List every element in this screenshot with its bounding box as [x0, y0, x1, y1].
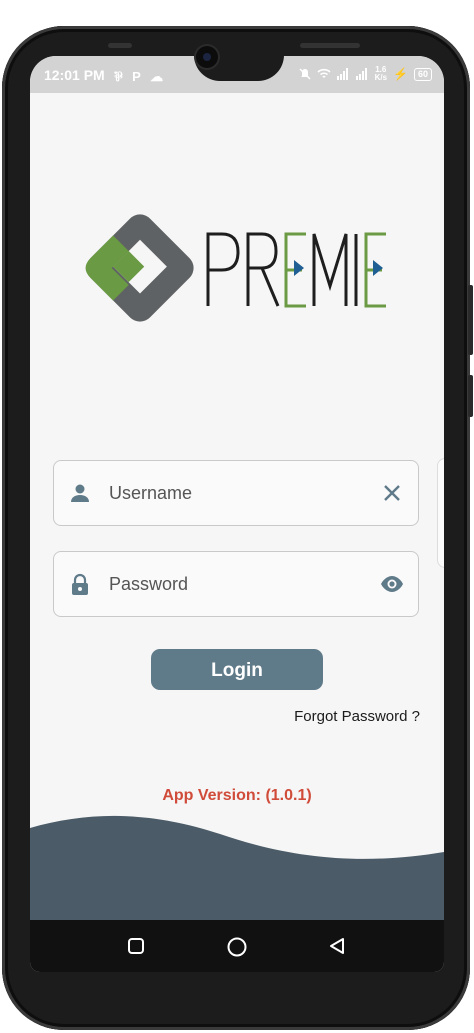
- password-placeholder: Password: [109, 574, 189, 594]
- lock-icon: [72, 573, 88, 595]
- footer-wave: [30, 815, 444, 921]
- username-placeholder: Username: [109, 483, 193, 503]
- battery-indicator: 60: [413, 67, 432, 81]
- sensor-strip: [300, 43, 360, 48]
- login-button[interactable]: Login: [151, 649, 323, 690]
- speaker-grille: [108, 43, 132, 48]
- front-camera: [196, 46, 218, 68]
- status-time: 12:01 PM: [44, 67, 105, 83]
- navigation-bar: [30, 920, 444, 972]
- brand-logo: [80, 206, 400, 336]
- premier-logo-icon: [85, 214, 386, 322]
- close-icon[interactable]: [380, 481, 404, 505]
- signal-icon-2: [355, 68, 367, 80]
- system-icons: 1.6 K/s ⚡ 60: [299, 66, 432, 82]
- signal-icon: [336, 68, 348, 80]
- app-version: App Version: (1.0.1): [162, 787, 312, 804]
- net-speed: 1.6 K/s: [375, 66, 387, 82]
- charging-icon: ⚡: [393, 67, 408, 81]
- mute-icon: [299, 68, 311, 80]
- phone-frame: 12:01 PM ⅌ P ☁ 1.6 K/s ⚡ 60 Username Pas…: [0, 0, 474, 1033]
- home-icon[interactable]: [226, 936, 248, 958]
- notification-icons: ⅌ P ☁: [114, 69, 167, 84]
- person-icon: [71, 484, 89, 502]
- power-button: [468, 375, 473, 417]
- screen: 12:01 PM ⅌ P ☁ 1.6 K/s ⚡ 60 Username Pas…: [30, 56, 444, 972]
- eye-icon[interactable]: [380, 572, 404, 596]
- edge-panel-handle[interactable]: [437, 458, 444, 568]
- back-icon[interactable]: [328, 937, 346, 955]
- net-speed-unit: K/s: [374, 73, 388, 82]
- forgot-password-link[interactable]: Forgot Password ?: [294, 708, 420, 725]
- volume-button: [468, 285, 473, 355]
- recents-icon[interactable]: [127, 937, 145, 955]
- password-field[interactable]: Password: [53, 551, 419, 617]
- username-field[interactable]: Username: [53, 460, 419, 526]
- wifi-icon: [317, 68, 331, 78]
